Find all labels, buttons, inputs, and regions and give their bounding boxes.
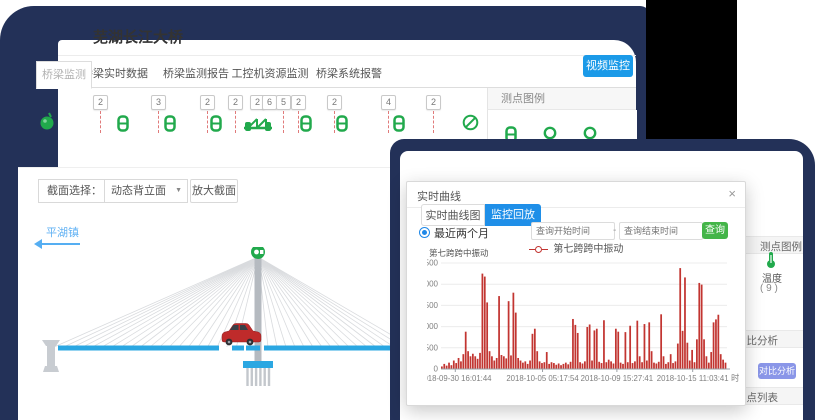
modal-tab-1[interactable]: 实时曲线图 [421,204,485,226]
range-radio-label: 最近两个月 [434,225,489,241]
tower-top-sensor-icon[interactable] [251,247,265,259]
svg-text:1,000: 1,000 [427,322,439,331]
svg-text:2018-10-09 15:27:41: 2018-10-09 15:27:41 [581,374,653,383]
svg-text:2,000: 2,000 [427,280,439,289]
tower-piles [248,368,270,386]
main-tab-4[interactable]: 工控机资源监测 [230,61,310,87]
sensor-marker-line [100,111,101,133]
ban-sensor-icon[interactable] [462,114,479,136]
tower-pier-cap [243,361,273,368]
legend-panel-header: 测点图例 [487,88,636,110]
sensor-marker-line [298,111,299,133]
sensor-marker-line [158,111,159,133]
link-sensor-icon[interactable] [393,115,405,137]
date-separator: - [613,225,616,236]
link-sensor-icon[interactable] [164,115,176,137]
close-icon[interactable]: × [728,186,736,201]
left-pier [42,340,60,372]
screenshot-stage: 芜湖长江大桥 桥梁监测桥梁实时数据桥梁监测报告工控机资源监测桥梁系统报警 视频监… [0,0,815,420]
vibration-chart: 第七跨跨中振动 0 500 1,000 1,500 2,000 2,500 2018-09-3… [427,247,739,397]
truss-sensor-icon[interactable] [243,113,273,138]
sensor-count-badge: 2 [228,95,243,110]
sensor-count-badge: 2 [327,95,342,110]
sensor-count-badge: 2 [93,95,108,110]
title-divider [58,55,636,56]
sensor-count-badge: 2 [291,95,306,110]
bridge-diagram [18,247,392,420]
end-time-input[interactable] [619,222,703,240]
black-background-band [646,0,737,143]
svg-text:500: 500 [427,343,439,352]
svg-text:2018-10-05 05:17:54: 2018-10-05 05:17:54 [506,374,579,383]
sensor-count-badge: 3 [151,95,166,110]
gauge-ball-sensor-icon[interactable] [39,112,55,136]
section-select-dropdown[interactable]: 动态背立面 ▼ [104,179,188,203]
svg-text:2,500: 2,500 [427,259,439,268]
query-button[interactable]: 查询 [702,222,728,239]
sensor-count-badge: 6 [262,95,277,110]
link-sensor-icon[interactable] [210,115,222,137]
chevron-down-icon: ▼ [175,180,182,202]
realtime-curve-modal: 实时曲线 × 实时曲线图监控回放 最近两个月 - 查询 第七跨跨中振动 第七跨跨… [406,181,746,406]
sensor-count-badge: 5 [276,95,291,110]
modal-title: 实时曲线 [417,188,461,204]
enlarge-section-button[interactable]: 放大截面 [190,179,238,203]
main-tab-5[interactable]: 桥梁系统报警 [316,61,382,87]
temperature-count: ( 9 ) [760,283,778,294]
main-tab-3[interactable]: 桥梁监测报告 [163,61,229,87]
svg-text:2018-09-30 16:01:44: 2018-09-30 16:01:44 [427,374,492,383]
bank-label: 平湖镇 [46,224,79,240]
sensor-marker-line [207,111,208,133]
sensor-marker-line [334,111,335,133]
link-sensor-icon[interactable] [117,115,129,137]
video-monitor-button[interactable]: 视频监控 [583,55,633,77]
page-title: 芜湖长江大桥 [93,26,183,47]
main-tab-1[interactable]: 桥梁监测 [36,61,92,89]
svg-text:2018-10-15 11:03:41: 2018-10-15 11:03:41 [657,374,729,383]
bridge-deck [58,346,392,351]
link-sensor-icon[interactable] [300,115,312,137]
section-select-value: 动态背立面 [111,185,166,197]
range-radio[interactable] [419,227,430,238]
chart-bars [441,268,726,369]
start-time-input[interactable] [531,222,615,240]
bank-arrow [40,243,80,245]
compare-analysis-button[interactable]: 对比分析 [758,363,796,379]
sensor-marker-line [433,111,434,133]
thermometer-icon[interactable] [765,251,777,269]
sensor-marker-line [388,111,389,133]
section-select-label: 截面选择： [38,179,111,203]
sensor-marker-line [283,111,284,133]
sensor-count-badge: 2 [426,95,441,110]
sensor-marker-line [235,111,236,133]
chart-y-title: 第七跨跨中振动 [429,248,489,258]
svg-text:1,500: 1,500 [427,301,439,310]
link-sensor-icon[interactable] [336,115,348,137]
sensor-count-badge: 4 [381,95,396,110]
svg-text:0: 0 [434,365,439,374]
sensor-count-badge: 2 [200,95,215,110]
chart-x-title: 时间 [731,373,739,383]
